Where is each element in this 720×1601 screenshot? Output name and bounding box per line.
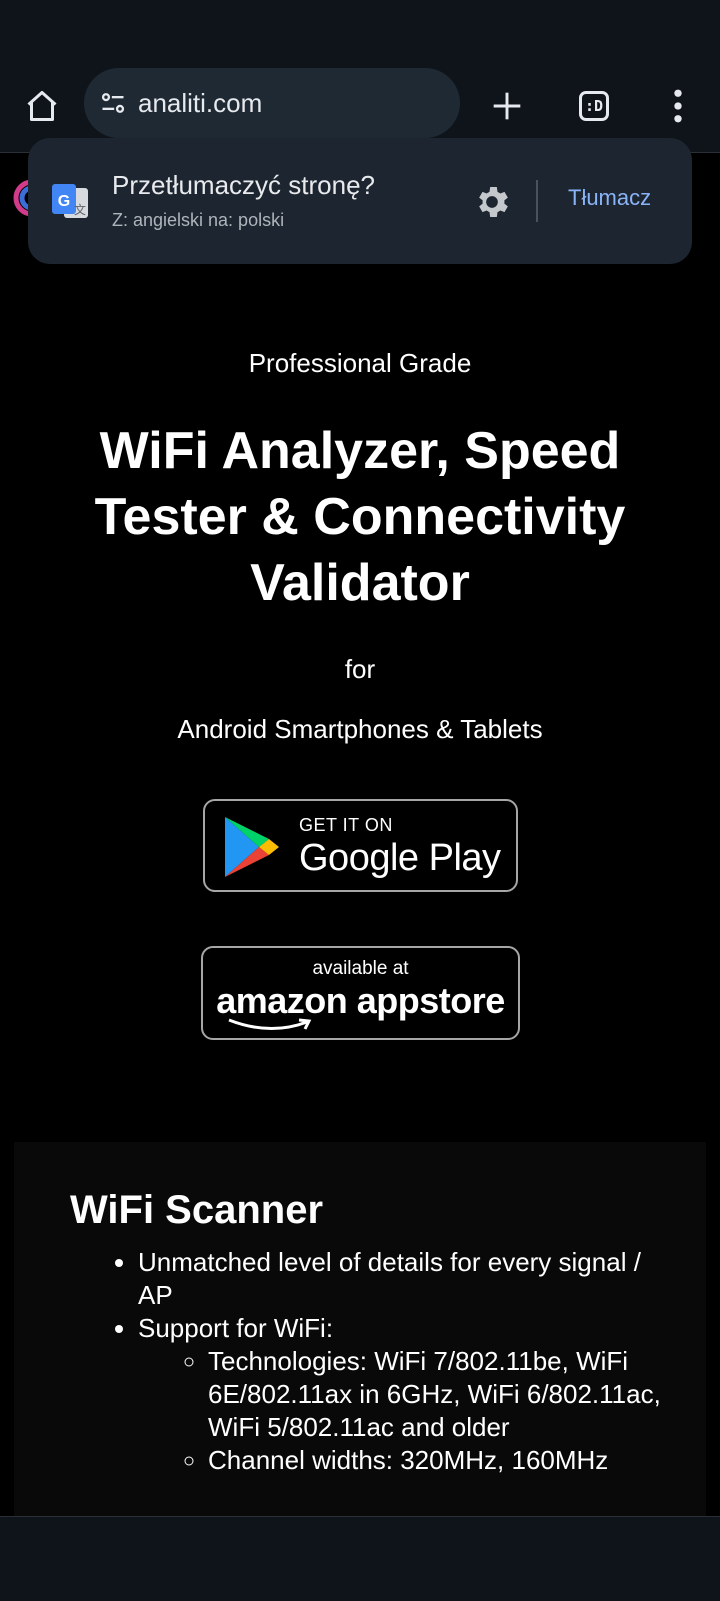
more-vert-icon [674,89,682,123]
translate-title: Przetłumaczyć stronę? [112,170,375,200]
amazon-appstore-badge[interactable]: available at amazon appstore [201,946,520,1040]
system-navigation-bar [0,1516,720,1601]
tab-switcher-button[interactable]: :D [566,78,622,134]
address-bar[interactable]: analiti.com [84,68,460,138]
url-text: analiti.com [138,87,263,118]
list-item: Unmatched level of details for every sig… [138,1246,668,1312]
google-play-label: Google Play [299,837,501,879]
hero-subtitle: Professional Grade [248,348,472,378]
svg-text:文: 文 [74,202,86,217]
new-tab-button[interactable] [479,78,535,134]
divider [536,180,538,222]
section-title: WiFi Scanner [70,1188,324,1232]
home-icon [27,91,57,121]
home-button[interactable] [14,78,70,134]
google-play-icon [225,817,279,877]
google-play-badge[interactable]: GET IT ON Google Play [203,799,518,892]
sub-list-item: Channel widths: 320MHz, 160MHz [208,1444,668,1477]
feature-list: Unmatched level of details for every sig… [68,1246,668,1477]
google-play-small-text: GET IT ON [299,815,393,835]
status-bar [0,0,720,62]
amazon-small-text: available at [312,958,409,979]
gear-icon[interactable] [472,182,512,222]
hero-platform: Android Smartphones & Tablets [177,714,543,744]
translate-languages: Z: angielski na: polski [112,210,285,230]
svg-text:G: G [58,193,70,210]
page-title: WiFi Analyzer, Speed Tester & Connectivi… [94,422,626,612]
sub-list-item: Technologies: WiFi 7/802.11be, WiFi 6E/8… [208,1345,668,1444]
translate-popup: G 文 Przetłumaczyć stronę? Z: angielski n… [28,138,692,264]
google-translate-icon: G 文 [52,184,88,218]
menu-button[interactable] [650,78,706,134]
translate-button[interactable]: Tłumacz [568,185,651,211]
list-item: Support for WiFi: Technologies: WiFi 7/8… [138,1312,668,1477]
amazon-smile-icon [228,1018,312,1030]
features-section: WiFi Scanner Unmatched level of details … [14,1142,706,1522]
hero-for: for [344,654,376,684]
plus-icon [493,92,521,120]
tune-icon[interactable] [98,88,128,118]
tab-count: :D [579,91,609,121]
